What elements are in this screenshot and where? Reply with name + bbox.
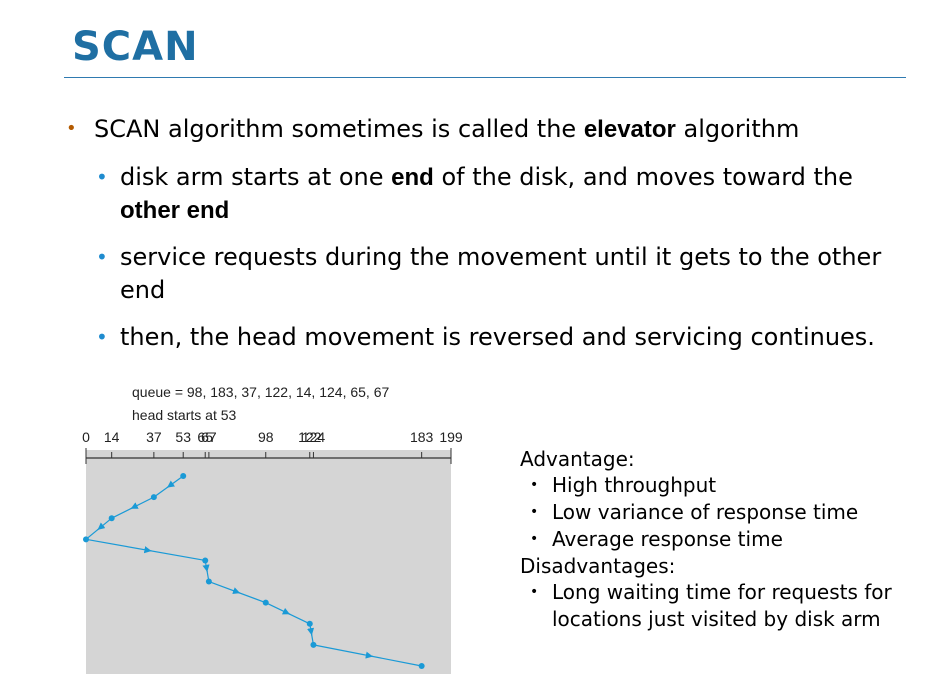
bullet-main: • SCAN algorithm sometimes is called the… (60, 112, 920, 147)
head-position-point (310, 641, 317, 648)
advantage-item: • Low variance of response time (530, 500, 859, 524)
axis-tick-label: 37 (146, 429, 162, 445)
diagram-panel (86, 450, 451, 674)
axis-tick-label: 124 (302, 429, 326, 445)
head-position-point (262, 599, 269, 606)
advantage-item: • High throughput (530, 473, 717, 497)
sub-bullet-3: • then, the head movement is reversed an… (60, 321, 920, 354)
pros-cons: Advantage: • High throughput • Low varianc… (520, 446, 930, 633)
axis-tick-label: 67 (201, 429, 217, 445)
axis-tick-label: 199 (439, 429, 463, 445)
bullet-marker: • (66, 118, 77, 139)
title-divider (64, 77, 906, 78)
advantage-heading: Advantage: (520, 447, 635, 471)
axis-tick-label: 0 (82, 429, 90, 445)
sub-bullet-marker: • (96, 245, 108, 269)
head-path-arrow (97, 522, 106, 531)
advantage-item: • Average response time (530, 527, 783, 551)
scan-plot: 0 14 37 53 6567 98 122124 183 199 (82, 429, 463, 674)
sub-bullet-1: • disk arm starts at one end of the disk… (60, 161, 920, 227)
sub-bullet-text: service requests during the movement unt… (120, 243, 882, 304)
sub-bullet-marker: • (96, 325, 108, 349)
head-path-arrow (166, 480, 176, 489)
scan-diagram: queue = 98, 183, 37, 122, 14, 124, 65, 6… (76, 380, 476, 680)
head-position-point (202, 557, 209, 564)
head-position-point (108, 515, 115, 522)
bullet-text: SCAN algorithm sometimes is called the e… (94, 115, 800, 143)
head-position-point (306, 620, 313, 627)
bullet-list: • SCAN algorithm sometimes is called the… (60, 112, 920, 368)
head-position-point (180, 473, 187, 479)
sub-bullet-marker: • (96, 165, 108, 189)
head-position-point (418, 663, 425, 669)
disadvantage-item: • Long waiting time for requests for loca… (530, 580, 892, 631)
disadvantage-heading: Disadvantages: (520, 554, 676, 578)
head-position-point (150, 494, 157, 501)
head-position-point (83, 536, 89, 543)
axis-tick-label: 14 (104, 429, 120, 445)
sub-bullet-text: then, the head movement is reversed and … (120, 323, 875, 351)
axis-tick-label: 53 (175, 429, 191, 445)
axis-tick-label: 98 (258, 429, 274, 445)
sub-bullet-2: • service requests during the movement u… (60, 241, 920, 307)
head-position-point (205, 578, 212, 585)
sub-bullet-text: disk arm starts at one end of the disk, … (120, 163, 853, 224)
slide-title: SCAN (72, 24, 199, 70)
axis-tick-label: 183 (410, 429, 434, 445)
